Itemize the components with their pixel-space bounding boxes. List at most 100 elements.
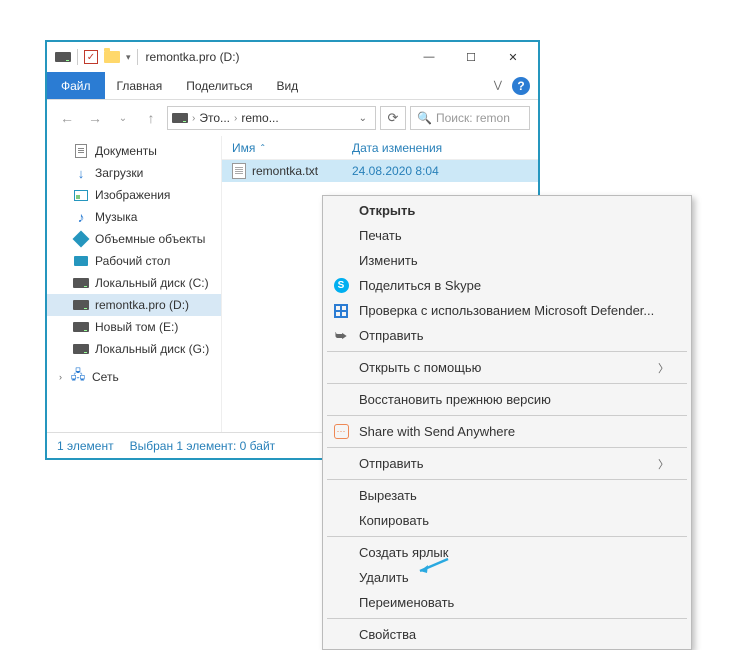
column-header-name[interactable]: Имя⌃ (232, 141, 352, 155)
sidebar-item-disk-d[interactable]: remontka.pro (D:) (47, 294, 221, 316)
ctx-delete[interactable]: Удалить (325, 565, 689, 590)
skype-icon: S (334, 278, 349, 293)
breadcrumb-segment[interactable]: remo... (241, 111, 278, 125)
separator (327, 415, 687, 416)
sidebar-item-3dobjects[interactable]: Объемные объекты (47, 228, 221, 250)
back-button[interactable]: ← (55, 106, 79, 130)
sidebar-label: Новый том (E:) (95, 320, 178, 334)
ctx-cut[interactable]: Вырезать (325, 483, 689, 508)
tab-file[interactable]: Файл (47, 72, 105, 99)
tab-view[interactable]: Вид (264, 72, 310, 99)
download-icon: ↓ (73, 166, 89, 180)
breadcrumb-segment[interactable]: Это... (199, 111, 230, 125)
tab-home[interactable]: Главная (105, 72, 175, 99)
up-button[interactable]: ↑ (139, 106, 163, 130)
chevron-icon: › (192, 113, 195, 124)
titlebar[interactable]: ✓ ▾ remontka.pro (D:) — ☐ ✕ (47, 42, 538, 72)
sidebar-item-disk-g[interactable]: Локальный диск (G:) (47, 338, 221, 360)
ctx-properties[interactable]: Свойства (325, 622, 689, 647)
sidebar-item-disk-e[interactable]: Новый том (E:) (47, 316, 221, 338)
sidebar-label: Документы (95, 144, 157, 158)
separator (327, 536, 687, 537)
ctx-shortcut[interactable]: Создать ярлык (325, 540, 689, 565)
text-file-icon (232, 163, 246, 179)
separator (327, 479, 687, 480)
sidebar-label: Объемные объекты (95, 232, 205, 246)
sidebar-label: Изображения (95, 188, 170, 202)
file-row[interactable]: remontka.txt 24.08.2020 8:04 (222, 160, 538, 182)
history-chevron-icon[interactable]: ⌄ (111, 106, 135, 130)
ctx-share[interactable]: ⮩Отправить (325, 323, 689, 348)
cube-icon (73, 231, 90, 248)
desktop-icon (74, 256, 88, 266)
ctx-openwith[interactable]: Открыть с помощью〉 (325, 355, 689, 380)
search-input[interactable]: 🔍 Поиск: remon (410, 106, 530, 130)
ctx-defender[interactable]: Проверка с использованием Microsoft Defe… (325, 298, 689, 323)
file-date: 24.08.2020 8:04 (352, 164, 439, 178)
sidebar-label: Музыка (95, 210, 137, 224)
sidebar-item-disk-c[interactable]: Локальный диск (C:) (47, 272, 221, 294)
drive-icon (73, 300, 89, 310)
file-name: remontka.txt (252, 164, 352, 178)
sidebar-item-music[interactable]: ♪Музыка (47, 206, 221, 228)
ribbon-collapse-icon[interactable]: ⋁ (494, 80, 502, 91)
document-icon (75, 144, 87, 158)
ctx-print[interactable]: Печать (325, 223, 689, 248)
ribbon-tabs: Файл Главная Поделиться Вид ⋁ ? (47, 72, 538, 100)
qat-chevron-icon[interactable]: ▾ (126, 52, 131, 63)
submenu-arrow-icon: 〉 (658, 360, 669, 376)
status-selected: Выбран 1 элемент: 0 байт (130, 439, 276, 453)
ctx-restore[interactable]: Восстановить прежнюю версию (325, 387, 689, 412)
context-menu: Открыть Печать Изменить SПоделиться в Sk… (322, 195, 692, 650)
sidebar-item-documents[interactable]: Документы (47, 140, 221, 162)
ctx-copy[interactable]: Копировать (325, 508, 689, 533)
share-icon: ⮩ (333, 328, 349, 344)
window-title: remontka.pro (D:) (146, 50, 408, 64)
search-icon: 🔍 (417, 111, 432, 125)
separator (327, 383, 687, 384)
minimize-button[interactable]: — (408, 43, 450, 71)
column-header-date[interactable]: Дата изменения (352, 141, 442, 155)
ctx-edit[interactable]: Изменить (325, 248, 689, 273)
sidebar-item-network[interactable]: › 🖧 Сеть (47, 366, 221, 388)
sidebar-item-desktop[interactable]: Рабочий стол (47, 250, 221, 272)
forward-button[interactable]: → (83, 106, 107, 130)
close-button[interactable]: ✕ (492, 43, 534, 71)
ctx-sendto[interactable]: Отправить〉 (325, 451, 689, 476)
submenu-arrow-icon: 〉 (658, 456, 669, 472)
folder-icon[interactable] (104, 51, 120, 63)
tab-share[interactable]: Поделиться (174, 72, 264, 99)
ctx-open[interactable]: Открыть (325, 198, 689, 223)
sidebar-label: Загрузки (95, 166, 143, 180)
sidebar-item-downloads[interactable]: ↓ Загрузки (47, 162, 221, 184)
help-button[interactable]: ? (512, 77, 530, 95)
sidebar-label: Сеть (92, 370, 119, 384)
network-icon: 🖧 (70, 370, 86, 384)
drive-icon (73, 344, 89, 354)
defender-icon (334, 304, 348, 318)
sidebar-item-pictures[interactable]: Изображения (47, 184, 221, 206)
ctx-sendanywhere[interactable]: ⋯Share with Send Anywhere (325, 419, 689, 444)
chevron-icon: › (234, 113, 237, 124)
maximize-button[interactable]: ☐ (450, 43, 492, 71)
separator (327, 618, 687, 619)
sidebar-label: remontka.pro (D:) (95, 298, 189, 312)
chevron-icon[interactable]: › (59, 372, 62, 382)
column-headers: Имя⌃ Дата изменения (222, 136, 538, 160)
sort-indicator-icon: ⌃ (259, 143, 266, 152)
drive-icon (73, 322, 89, 332)
refresh-button[interactable]: ⟳ (380, 106, 406, 130)
sendanywhere-icon: ⋯ (334, 424, 349, 439)
chevron-down-icon[interactable]: ⌄ (355, 113, 371, 124)
separator (77, 49, 78, 65)
separator (327, 351, 687, 352)
sidebar: Документы ↓Загрузки Изображения ♪Музыка … (47, 136, 222, 432)
properties-qat-icon[interactable]: ✓ (84, 50, 98, 64)
separator (327, 447, 687, 448)
status-count: 1 элемент (57, 439, 114, 453)
sidebar-label: Локальный диск (C:) (95, 276, 209, 290)
ctx-skype[interactable]: SПоделиться в Skype (325, 273, 689, 298)
ctx-rename[interactable]: Переименовать (325, 590, 689, 615)
address-field[interactable]: › Это... › remo... ⌄ (167, 106, 376, 130)
drive-icon (73, 278, 89, 288)
